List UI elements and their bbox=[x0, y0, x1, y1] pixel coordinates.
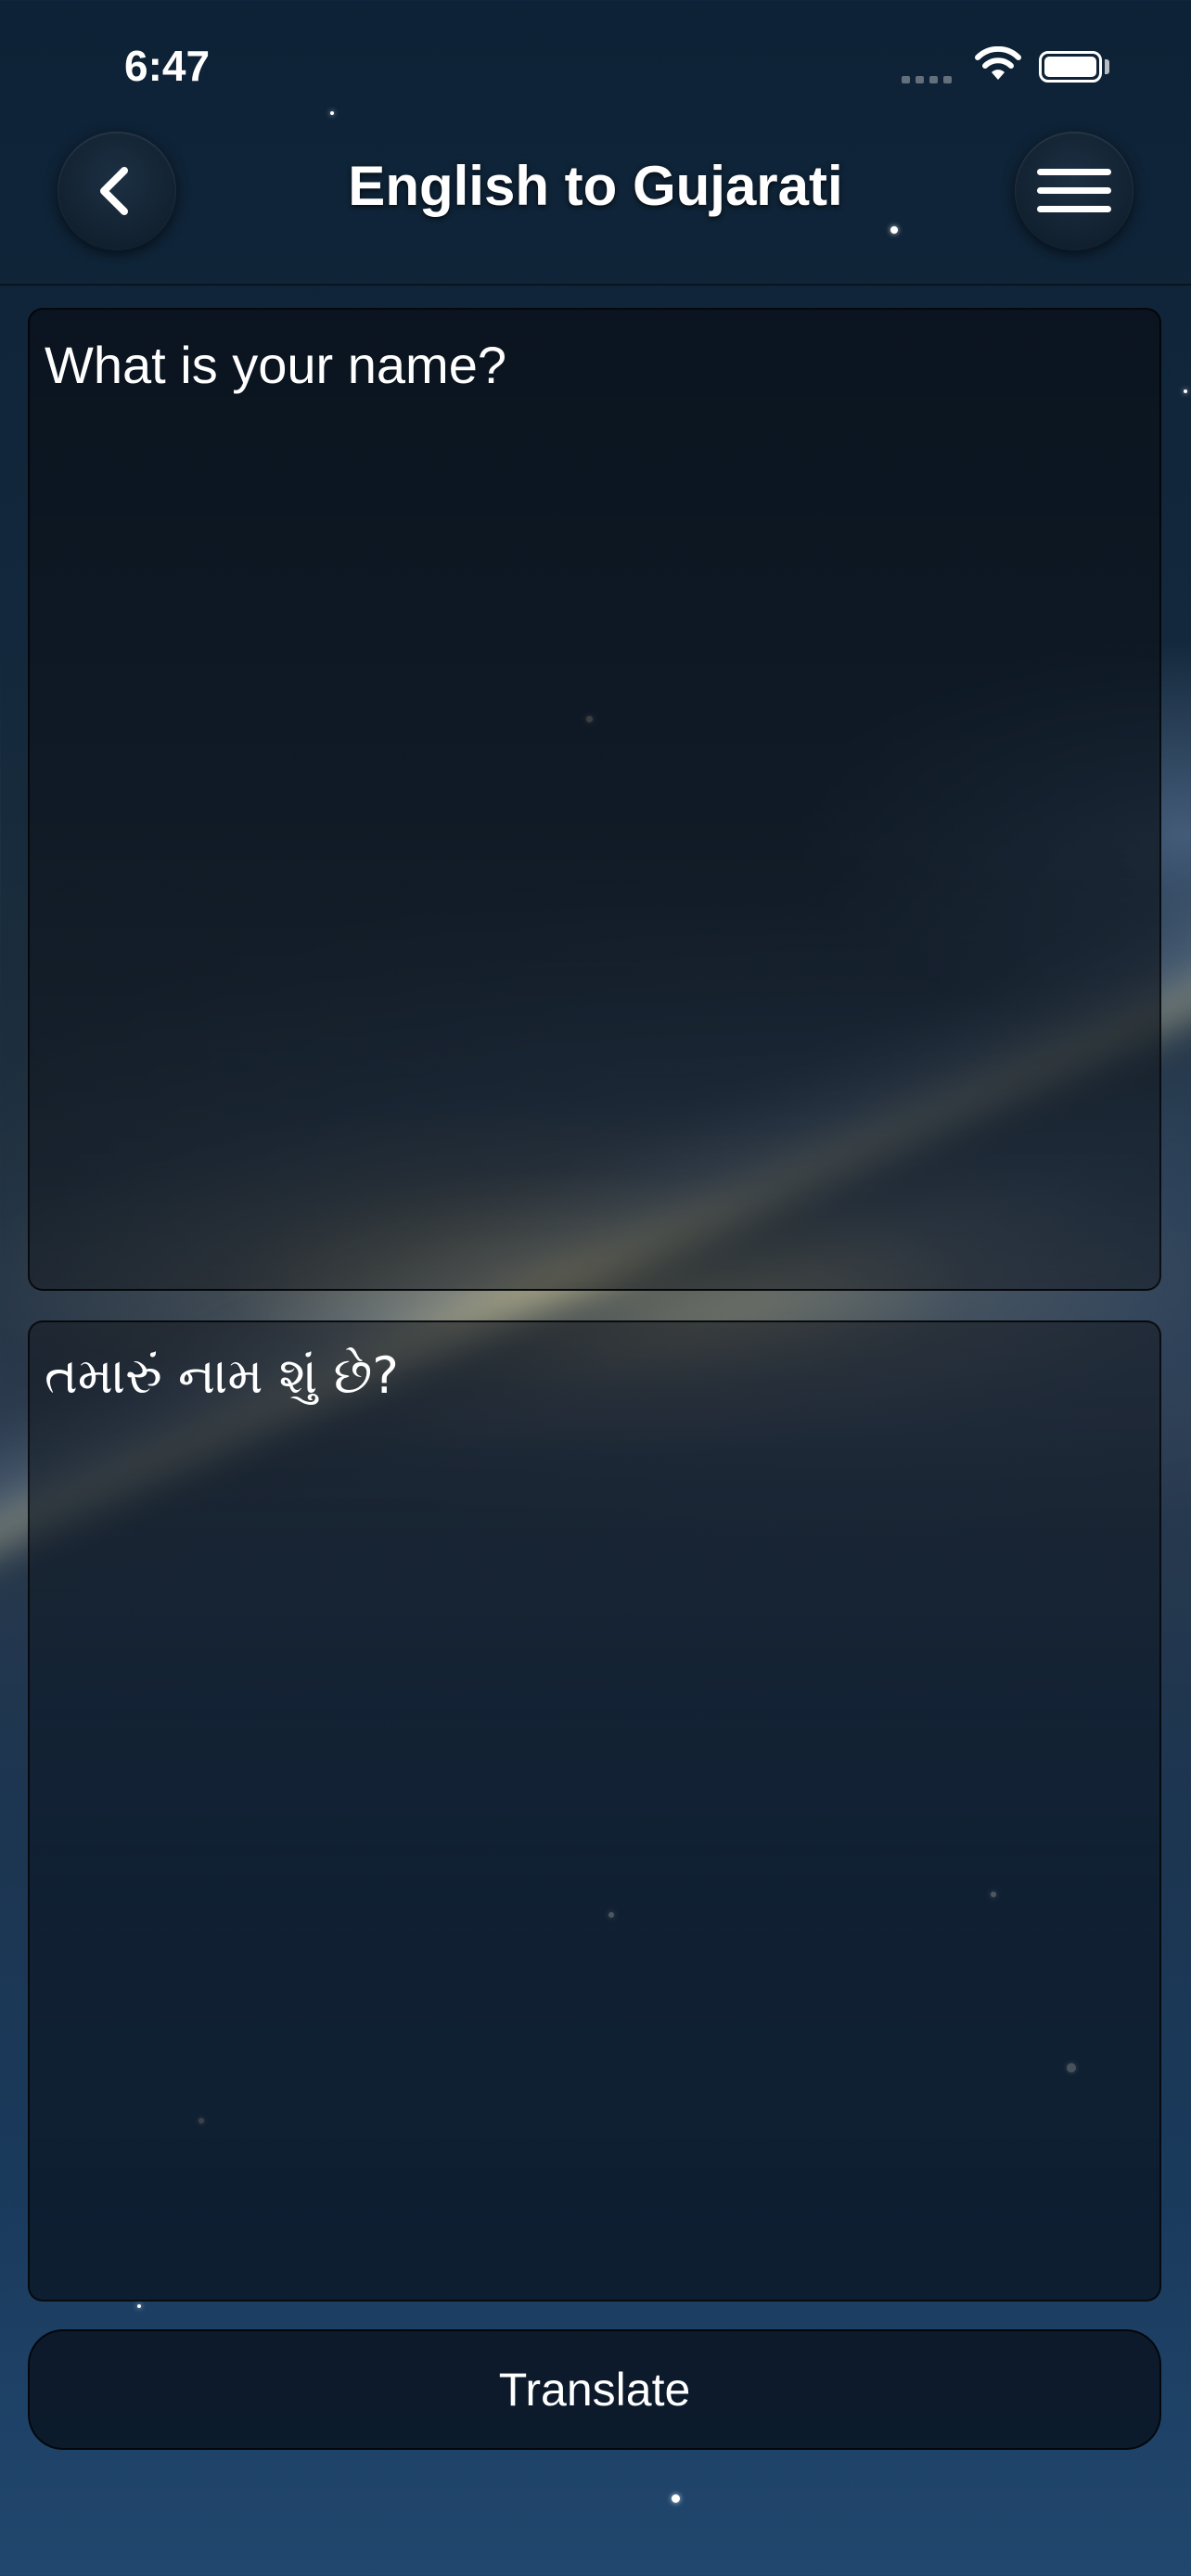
background-star bbox=[1184, 389, 1187, 393]
battery-icon bbox=[1039, 51, 1102, 83]
cellular-signal-icon bbox=[902, 76, 954, 87]
background-star bbox=[672, 2494, 680, 2503]
source-text-input[interactable]: What is your name? bbox=[28, 308, 1161, 1291]
status-bar: 6:47 bbox=[0, 0, 1191, 130]
translation-output: તમારું નામ શું છે? bbox=[28, 1320, 1161, 2302]
menu-button[interactable] bbox=[1015, 132, 1133, 250]
navigation-header: English to Gujarati bbox=[0, 130, 1191, 286]
page-title: English to Gujarati bbox=[348, 155, 843, 217]
source-text: What is your name? bbox=[45, 336, 506, 394]
background-star bbox=[137, 2304, 141, 2308]
translated-text: તમારું નામ શું છે? bbox=[45, 1346, 399, 1405]
hamburger-menu-icon bbox=[1037, 169, 1111, 212]
battery-tip bbox=[1105, 59, 1109, 74]
status-time: 6:47 bbox=[124, 42, 211, 90]
translate-button[interactable]: Translate bbox=[28, 2329, 1161, 2450]
wifi-icon bbox=[975, 46, 1021, 80]
chevron-left-icon bbox=[100, 167, 128, 215]
back-button[interactable] bbox=[58, 132, 176, 250]
